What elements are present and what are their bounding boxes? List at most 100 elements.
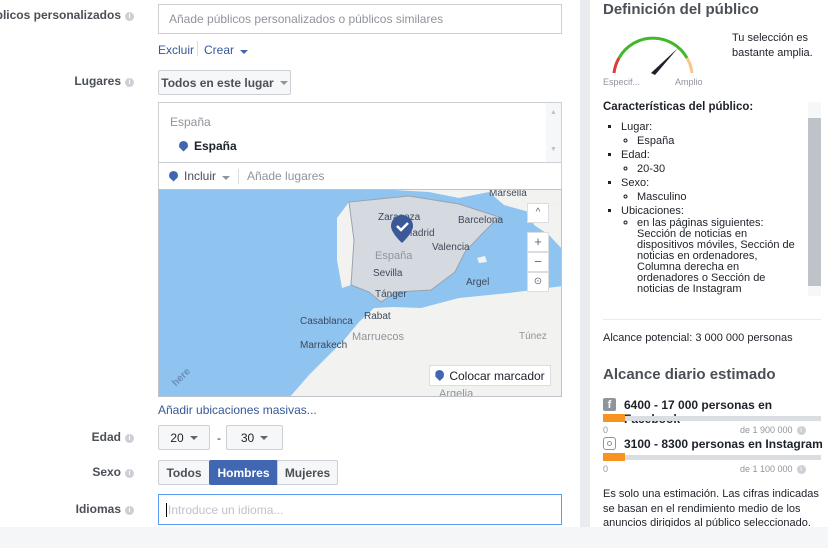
characteristic-label: Lugar: — [621, 121, 653, 133]
map-label-argelia: Argelia — [439, 388, 474, 397]
potential-reach: Alcance potencial: 3 000 000 personas — [603, 332, 793, 344]
instagram-reach-bar — [603, 453, 821, 461]
gauge-orange-segment — [685, 57, 694, 74]
map-label-tunez: Túnez — [519, 331, 547, 342]
include-row: Incluir Añade lugares — [158, 162, 562, 189]
map-label-sevilla: Sevilla — [373, 268, 403, 279]
footer-strip — [0, 527, 828, 548]
location-name: España — [194, 139, 237, 153]
characteristic-value: España — [637, 134, 803, 148]
group-header: España — [170, 115, 211, 129]
custom-audiences-input[interactable]: Añade públicos personalizados o públicos… — [158, 4, 562, 34]
info-icon[interactable]: i — [125, 469, 134, 478]
map-label-marruecos: Marruecos — [352, 331, 404, 343]
gauge-needle — [651, 48, 678, 75]
facebook-icon: f — [603, 398, 616, 411]
info-icon[interactable]: i — [125, 12, 134, 21]
exclude-link[interactable]: Excluir — [158, 43, 194, 57]
map[interactable]: Marsella Zaragoza Barcelona Madrid Valen… — [158, 189, 562, 397]
label-text: Públicos personalizados — [0, 8, 121, 22]
locations-list: España España ▲ ▼ — [158, 102, 562, 162]
info-icon[interactable]: i — [796, 426, 806, 435]
chevron-down-icon — [279, 80, 288, 85]
characteristics-title: Características del público: — [603, 101, 754, 113]
characteristic-item: Edad:20-30 — [621, 148, 803, 176]
baleares-land — [477, 256, 487, 263]
max-text: de 1 900 000 — [740, 425, 793, 435]
max-text: de 1 100 000 — [740, 464, 793, 474]
button-label: Colocar marcador — [449, 368, 545, 383]
characteristics-list: Lugar:EspañaEdad:20-30Sexo:MasculinoUbic… — [603, 120, 803, 296]
characteristic-label: Ubicaciones: — [621, 205, 684, 217]
map-label-argel: Argel — [466, 277, 490, 288]
instagram-max: de 1 100 000 i — [740, 464, 806, 474]
estimate-disclaimer: Es solo una estimación. Las cifras indic… — [603, 488, 819, 529]
add-locations-input[interactable]: Añade lugares — [247, 169, 324, 183]
location-pin-icon — [169, 170, 178, 182]
age-label: Edad i — [92, 430, 134, 444]
chevron-down-icon — [222, 176, 231, 180]
characteristic-value: en las páginas siguientes: Sección de no… — [637, 218, 803, 295]
zoom-in-button[interactable]: + — [527, 232, 549, 252]
chevron-down-icon — [260, 435, 269, 440]
map-label-valencia: Valencia — [432, 242, 470, 253]
info-icon[interactable]: i — [125, 78, 134, 87]
gauge-green-segment — [617, 36, 689, 59]
instagram-min: 0 — [603, 464, 609, 474]
info-icon[interactable]: i — [796, 465, 806, 474]
age-max-select[interactable]: 30 — [226, 425, 283, 450]
panel-title: Definición del público — [603, 1, 759, 18]
divider — [197, 41, 198, 56]
include-select[interactable]: Incluir — [184, 169, 231, 183]
characteristic-value: 20-30 — [637, 162, 803, 176]
placeholder: Introduce un idioma... — [168, 502, 284, 517]
characteristic-item: Ubicaciones:en las páginas siguientes: S… — [621, 204, 803, 295]
info-icon[interactable]: i — [125, 506, 134, 515]
location-scope-select[interactable]: Todos en este lugar — [158, 70, 291, 95]
gauge-left-label: Especif... — [603, 77, 641, 87]
facebook-reach-bar — [603, 414, 821, 422]
select-value: 30 — [240, 430, 255, 445]
map-collapse-button[interactable]: ^ — [527, 203, 549, 223]
gender-label: Sexo i — [92, 465, 134, 479]
instagram-reach-text: 3100 - 8300 personas en Instagram — [624, 437, 823, 451]
text-cursor — [166, 502, 167, 517]
gauge-description: Tu selección es bastante amplia. — [732, 32, 813, 59]
map-marker-icon[interactable] — [391, 215, 413, 243]
map-label-marsella: Marsella — [489, 189, 527, 199]
characteristic-label: Sexo: — [621, 177, 650, 189]
drop-pin-button[interactable]: Colocar marcador — [429, 365, 551, 386]
select-value: 20 — [170, 430, 184, 445]
divider — [603, 319, 821, 320]
gauge-red-segment — [612, 57, 621, 74]
audience-gauge — [612, 36, 694, 75]
bulk-locations-link[interactable]: Añadir ubicaciones masivas... — [158, 403, 317, 417]
languages-input[interactable]: Introduce un idioma... — [158, 494, 562, 525]
info-icon[interactable]: i — [125, 434, 134, 443]
create-dropdown[interactable]: Crear — [204, 43, 249, 57]
label-text: Idiomas — [75, 502, 121, 516]
chevron-down-icon — [189, 435, 198, 440]
recenter-icon[interactable]: ⊙ — [527, 272, 549, 292]
characteristic-value: Masculino — [637, 190, 803, 204]
map-label-barcelona: Barcelona — [458, 215, 504, 226]
age-separator: - — [217, 431, 221, 445]
gender-men-button[interactable]: Hombres — [209, 460, 278, 485]
facebook-reach-text: 6400 - 17 000 personas en Facebook — [624, 398, 773, 426]
age-min-select[interactable]: 20 — [158, 425, 210, 450]
location-item[interactable]: España — [179, 139, 237, 153]
characteristics-scrollbar[interactable] — [808, 102, 821, 296]
select-value: Todos en este lugar — [161, 75, 274, 90]
scroll-thumb[interactable] — [808, 118, 821, 286]
facebook-reach-fill — [603, 414, 625, 422]
create-label: Crear — [204, 43, 235, 57]
location-pin-icon — [435, 370, 445, 381]
label-text: Sexo — [92, 465, 121, 479]
gender-women-button[interactable]: Mujeres — [277, 460, 338, 485]
list-scrollbar[interactable]: ▲ ▼ — [546, 103, 561, 162]
map-label-casablanca: Casablanca — [300, 316, 353, 327]
label-text: Lugares — [74, 74, 121, 88]
daily-reach-title: Alcance diario estimado — [603, 366, 776, 383]
zoom-out-button[interactable]: − — [527, 252, 549, 272]
gender-all-button[interactable]: Todos — [158, 460, 210, 485]
